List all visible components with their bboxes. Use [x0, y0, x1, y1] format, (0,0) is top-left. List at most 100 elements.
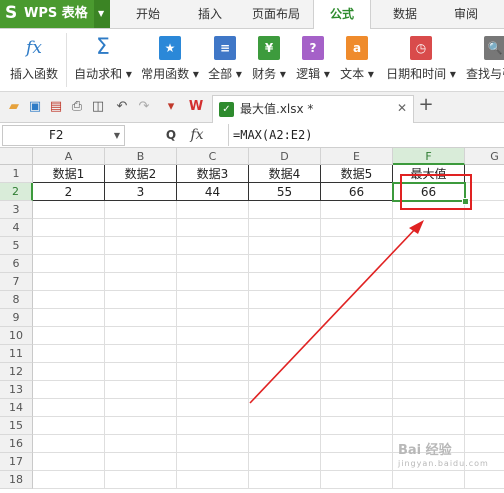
- cell-f7[interactable]: [393, 273, 465, 291]
- cell-d12[interactable]: [249, 363, 321, 381]
- cell-c8[interactable]: [177, 291, 249, 309]
- tab-start[interactable]: 开始: [122, 0, 174, 28]
- column-header-b[interactable]: B: [105, 148, 177, 165]
- cell-f12[interactable]: [393, 363, 465, 381]
- cell-a4[interactable]: [33, 219, 105, 237]
- export-pdf-icon[interactable]: ▤: [48, 99, 64, 115]
- cell-f14[interactable]: [393, 399, 465, 417]
- cell-d6[interactable]: [249, 255, 321, 273]
- fx-icon[interactable]: fx: [186, 126, 208, 144]
- customize-toolbar-icon[interactable]: ▾: [163, 99, 179, 115]
- cell-c7[interactable]: [177, 273, 249, 291]
- cell-a15[interactable]: [33, 417, 105, 435]
- cell-d8[interactable]: [249, 291, 321, 309]
- cell-c3[interactable]: [177, 201, 249, 219]
- common-functions-button[interactable]: ★ 常用函数 ▾: [138, 29, 202, 91]
- row-header-6[interactable]: 6: [0, 255, 33, 273]
- fill-handle[interactable]: [462, 198, 469, 205]
- cell-c2[interactable]: 44: [177, 183, 249, 201]
- cell-g14[interactable]: [465, 399, 504, 417]
- cell-b12[interactable]: [105, 363, 177, 381]
- cell-d10[interactable]: [249, 327, 321, 345]
- row-header-18[interactable]: 18: [0, 471, 33, 489]
- cell-b9[interactable]: [105, 309, 177, 327]
- cell-b11[interactable]: [105, 345, 177, 363]
- row-header-17[interactable]: 17: [0, 453, 33, 471]
- folder-icon[interactable]: ▰: [6, 99, 22, 115]
- cell-c5[interactable]: [177, 237, 249, 255]
- cell-a11[interactable]: [33, 345, 105, 363]
- cell-f13[interactable]: [393, 381, 465, 399]
- row-header-13[interactable]: 13: [0, 381, 33, 399]
- cell-d13[interactable]: [249, 381, 321, 399]
- cell-e3[interactable]: [321, 201, 393, 219]
- cell-b14[interactable]: [105, 399, 177, 417]
- cell-b15[interactable]: [105, 417, 177, 435]
- row-header-9[interactable]: 9: [0, 309, 33, 327]
- cell-d1[interactable]: 数据4: [249, 165, 321, 183]
- tab-review[interactable]: 审阅: [440, 0, 492, 28]
- row-header-12[interactable]: 12: [0, 363, 33, 381]
- column-header-c[interactable]: C: [177, 148, 249, 165]
- cell-e14[interactable]: [321, 399, 393, 417]
- cell-b10[interactable]: [105, 327, 177, 345]
- cell-a3[interactable]: [33, 201, 105, 219]
- tab-page-layout[interactable]: 页面布局: [244, 0, 308, 28]
- cell-d7[interactable]: [249, 273, 321, 291]
- column-header-g[interactable]: G: [465, 148, 504, 165]
- cell-e9[interactable]: [321, 309, 393, 327]
- cell-g18[interactable]: [465, 471, 504, 489]
- cell-g11[interactable]: [465, 345, 504, 363]
- column-header-a[interactable]: A: [33, 148, 105, 165]
- cell-d16[interactable]: [249, 435, 321, 453]
- cell-b5[interactable]: [105, 237, 177, 255]
- insert-function-button[interactable]: fx 插入函数: [4, 29, 64, 91]
- cell-b18[interactable]: [105, 471, 177, 489]
- tab-insert[interactable]: 插入: [184, 0, 236, 28]
- cell-c4[interactable]: [177, 219, 249, 237]
- cell-g3[interactable]: [465, 201, 504, 219]
- cell-e11[interactable]: [321, 345, 393, 363]
- row-header-15[interactable]: 15: [0, 417, 33, 435]
- cell-a17[interactable]: [33, 453, 105, 471]
- cell-e18[interactable]: [321, 471, 393, 489]
- row-header-16[interactable]: 16: [0, 435, 33, 453]
- cell-g6[interactable]: [465, 255, 504, 273]
- all-functions-button[interactable]: ≡ 全部 ▾: [204, 29, 246, 91]
- cell-d3[interactable]: [249, 201, 321, 219]
- cell-d4[interactable]: [249, 219, 321, 237]
- app-menu-button[interactable]: S WPS 表格 ▼: [0, 0, 110, 28]
- row-header-8[interactable]: 8: [0, 291, 33, 309]
- cell-d5[interactable]: [249, 237, 321, 255]
- finance-button[interactable]: ¥ 财务 ▾: [248, 29, 290, 91]
- cell-g5[interactable]: [465, 237, 504, 255]
- cell-b13[interactable]: [105, 381, 177, 399]
- cell-g1[interactable]: [465, 165, 504, 183]
- cell-d15[interactable]: [249, 417, 321, 435]
- cell-a5[interactable]: [33, 237, 105, 255]
- cell-b8[interactable]: [105, 291, 177, 309]
- row-header-14[interactable]: 14: [0, 399, 33, 417]
- cell-g15[interactable]: [465, 417, 504, 435]
- cell-f10[interactable]: [393, 327, 465, 345]
- cell-f4[interactable]: [393, 219, 465, 237]
- tab-formulas[interactable]: 公式: [313, 0, 371, 29]
- cell-a7[interactable]: [33, 273, 105, 291]
- cell-a2[interactable]: 2: [33, 183, 105, 201]
- cell-g10[interactable]: [465, 327, 504, 345]
- cell-b6[interactable]: [105, 255, 177, 273]
- cell-g9[interactable]: [465, 309, 504, 327]
- cell-c17[interactable]: [177, 453, 249, 471]
- cell-e16[interactable]: [321, 435, 393, 453]
- zoom-icon[interactable]: Q: [163, 126, 179, 144]
- datetime-button[interactable]: ◷ 日期和时间 ▾: [380, 29, 462, 91]
- document-tab[interactable]: ✓ 最大值.xlsx * ✕: [212, 95, 414, 123]
- cell-b17[interactable]: [105, 453, 177, 471]
- cell-b4[interactable]: [105, 219, 177, 237]
- cell-e12[interactable]: [321, 363, 393, 381]
- name-box[interactable]: F2 ▼: [2, 125, 125, 146]
- cell-b16[interactable]: [105, 435, 177, 453]
- lookup-button[interactable]: 🔍 查找与引: [464, 29, 504, 91]
- column-header-d[interactable]: D: [249, 148, 321, 165]
- save-icon[interactable]: ▣: [27, 99, 43, 115]
